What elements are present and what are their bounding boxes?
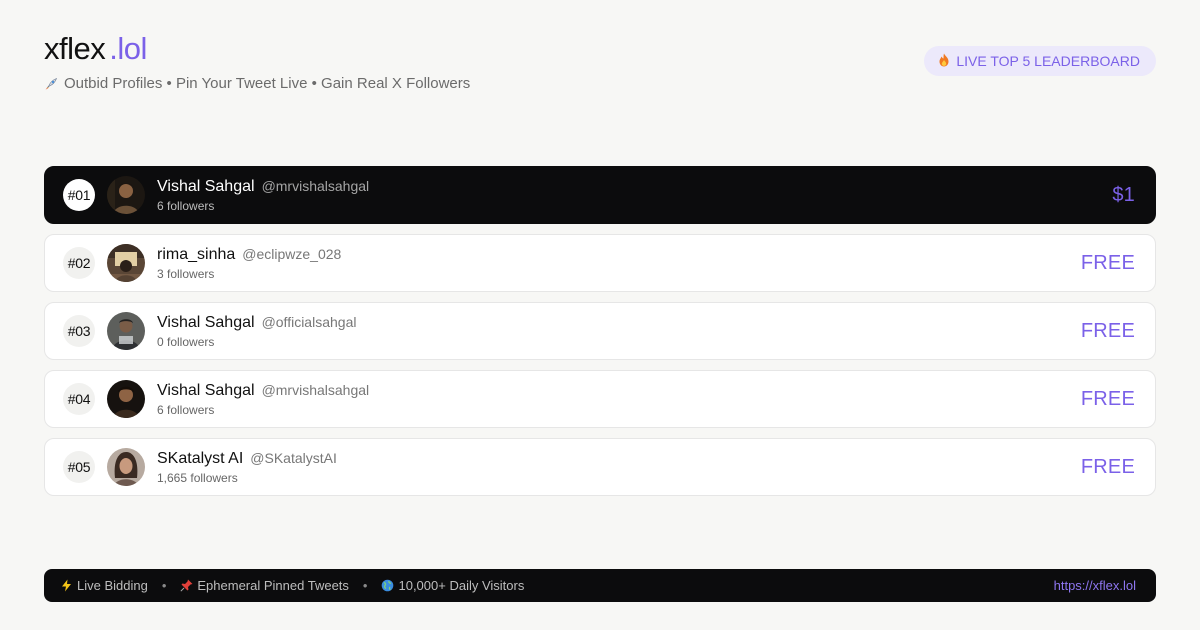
leaderboard-row-1[interactable]: #01 Vishal Sahgal @mrvishalsahgal 6 foll… [44, 166, 1156, 224]
rocket-icon [44, 77, 58, 91]
username-handle[interactable]: @officialsahgal [262, 314, 357, 330]
bid-price: $1 [1112, 183, 1135, 206]
footer-item-pinned-tweets: Ephemeral Pinned Tweets [180, 578, 349, 593]
tagline-text: Outbid Profiles • Pin Your Tweet Live • … [64, 75, 471, 92]
rank-badge: #02 [63, 247, 95, 279]
footer-item-label: Ephemeral Pinned Tweets [197, 578, 349, 593]
fire-icon [938, 53, 950, 70]
avatar[interactable] [107, 380, 145, 418]
follower-count: 6 followers [157, 198, 215, 213]
tagline: Outbid Profiles • Pin Your Tweet Live • … [44, 75, 470, 92]
profile-info: Vishal Sahgal @mrvishalsahgal 6 follower… [157, 178, 369, 213]
username-handle[interactable]: @eclipwze_028 [242, 246, 341, 262]
display-name[interactable]: Vishal Sahgal [157, 314, 255, 332]
display-name[interactable]: Vishal Sahgal [157, 382, 255, 400]
profile-info: Vishal Sahgal @officialsahgal 0 follower… [157, 314, 356, 349]
footer-separator: • [161, 578, 167, 593]
avatar[interactable] [107, 312, 145, 350]
username-handle[interactable]: @mrvishalsahgal [262, 178, 370, 194]
profile-info: SKatalyst AI @SKatalystAI 1,665 follower… [157, 450, 337, 485]
globe-icon [381, 579, 394, 592]
follower-count: 1,665 followers [157, 470, 238, 485]
rank-badge: #05 [63, 451, 95, 483]
username-handle[interactable]: @mrvishalsahgal [262, 382, 370, 398]
rank-badge: #03 [63, 315, 95, 347]
follower-count: 3 followers [157, 266, 215, 281]
bid-price: FREE [1080, 251, 1135, 274]
bid-price: FREE [1080, 455, 1135, 478]
avatar[interactable] [107, 448, 145, 486]
follower-count: 6 followers [157, 402, 215, 417]
profile-info: rima_sinha @eclipwze_028 3 followers [157, 246, 341, 281]
footer-separator: • [362, 578, 368, 593]
lightning-icon [60, 579, 73, 592]
leaderboard-list: #01 Vishal Sahgal @mrvishalsahgal 6 foll… [44, 166, 1156, 506]
rank-badge: #04 [63, 383, 95, 415]
footer-bar: Live Bidding • Ephemeral Pinned Tweets •… [44, 569, 1156, 602]
display-name[interactable]: SKatalyst AI [157, 450, 243, 468]
bid-price: FREE [1080, 387, 1135, 410]
leaderboard-row-3[interactable]: #03 Vishal Sahgal @officialsahgal 0 foll… [44, 302, 1156, 360]
brand-name: xflex [44, 31, 106, 66]
footer-item-live-bidding: Live Bidding [60, 578, 148, 593]
header: xflex .lol Outbid Profiles • Pin Your Twe… [44, 30, 470, 92]
bid-price: FREE [1080, 319, 1135, 342]
leaderboard-row-2[interactable]: #02 rima_sinha @eclipwze_028 3 followers… [44, 234, 1156, 292]
brand-logo[interactable]: xflex .lol [44, 30, 470, 68]
live-badge-label: LIVE TOP 5 LEADERBOARD [956, 53, 1140, 69]
footer-item-label: 10,000+ Daily Visitors [398, 578, 525, 593]
profile-info: Vishal Sahgal @mrvishalsahgal 6 follower… [157, 382, 369, 417]
brand-tld: .lol [109, 31, 147, 66]
footer-item-label: Live Bidding [77, 578, 148, 593]
username-handle[interactable]: @SKatalystAI [250, 450, 337, 466]
display-name[interactable]: Vishal Sahgal [157, 178, 255, 196]
follower-count: 0 followers [157, 334, 215, 349]
display-name[interactable]: rima_sinha [157, 246, 235, 264]
avatar[interactable] [107, 244, 145, 282]
site-url-link[interactable]: https://xflex.lol [1054, 578, 1136, 593]
footer-item-daily-visitors: 10,000+ Daily Visitors [381, 578, 524, 593]
live-leaderboard-badge: LIVE TOP 5 LEADERBOARD [924, 46, 1156, 76]
pin-icon [180, 579, 193, 592]
avatar[interactable] [107, 176, 145, 214]
rank-badge: #01 [63, 179, 95, 211]
leaderboard-row-5[interactable]: #05 SKatalyst AI @SKatalystAI 1,665 foll… [44, 438, 1156, 496]
leaderboard-row-4[interactable]: #04 Vishal Sahgal @mrvishalsahgal 6 foll… [44, 370, 1156, 428]
